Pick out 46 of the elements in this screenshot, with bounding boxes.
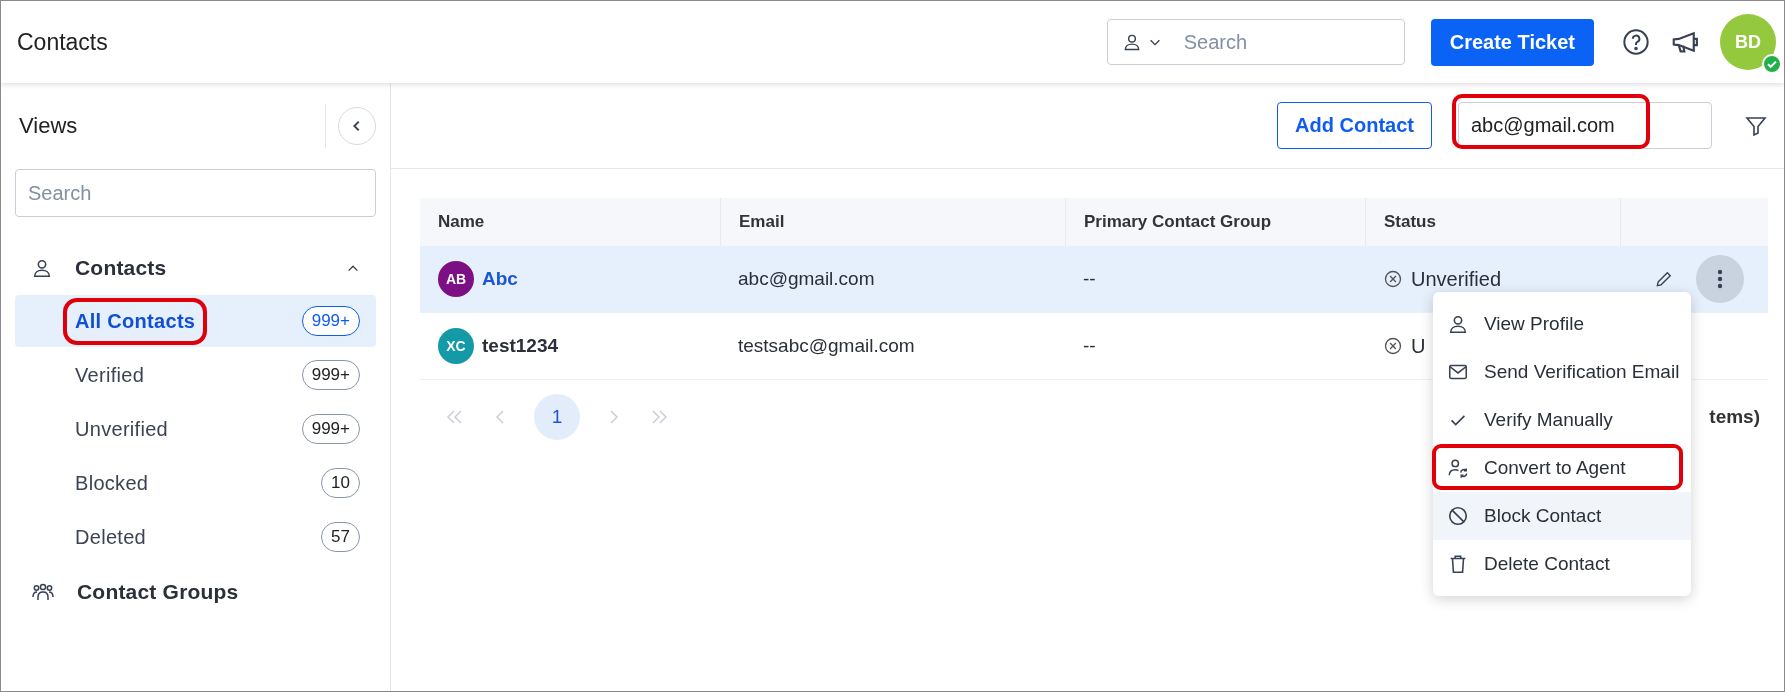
nav-group[interactable]: Contacts xyxy=(15,241,376,295)
menu-item[interactable]: Block Contact xyxy=(1433,492,1691,540)
search-field[interactable]: abc@gmail.com xyxy=(1458,102,1712,149)
sidebar-title: Views xyxy=(19,113,79,139)
more-icon xyxy=(1717,268,1723,290)
nav-item[interactable]: Verified 999+ xyxy=(15,349,376,401)
create-ticket-button[interactable]: Create Ticket xyxy=(1430,18,1594,66)
nav-item[interactable]: Blocked 10 xyxy=(15,457,376,509)
table-row[interactable]: AB Abc abc@gmail.com -- Unverified xyxy=(420,246,1768,313)
page-button[interactable]: 1 xyxy=(534,394,580,440)
contact-avatar: AB xyxy=(438,261,474,297)
person-icon xyxy=(1447,313,1469,335)
count-badge: 999+ xyxy=(301,414,360,444)
more-button[interactable] xyxy=(1696,255,1744,303)
table-cell-text: abc@gmail.com xyxy=(737,267,876,291)
nav-item[interactable]: All Contacts 999+ xyxy=(15,295,376,347)
menu-item[interactable]: Delete Contact xyxy=(1433,540,1691,588)
contact-name[interactable]: test1234 xyxy=(482,335,559,357)
nav-group[interactable]: Contact Groups xyxy=(15,565,376,619)
person-refresh-icon xyxy=(1447,457,1469,479)
edit-icon[interactable] xyxy=(1654,269,1674,289)
help-icon[interactable] xyxy=(1622,28,1650,56)
search-bar[interactable]: Search xyxy=(1106,19,1405,65)
table-cell-text: testsabc@gmail.com xyxy=(737,334,916,358)
table-cell-text: -- xyxy=(1082,267,1097,291)
count-badge: 57 xyxy=(321,522,360,552)
items-summary: tems) xyxy=(1709,406,1760,428)
page-title: Contacts xyxy=(17,28,108,56)
menu-item[interactable]: Verify Manually xyxy=(1433,396,1691,444)
search-field[interactable]: Search xyxy=(15,169,376,217)
status-text: Unverified xyxy=(1411,267,1502,291)
count-badge: 999+ xyxy=(301,360,360,390)
nav-item[interactable]: Deleted 57 xyxy=(15,511,376,563)
contact-name[interactable]: Abc xyxy=(482,268,518,290)
column-header: Name xyxy=(437,211,486,233)
count-badge: 10 xyxy=(321,468,360,498)
count-badge: 999+ xyxy=(301,306,360,336)
block-icon xyxy=(1447,505,1469,527)
status-text: U xyxy=(1411,334,1426,358)
contact-avatar: XC xyxy=(438,328,474,364)
cross-circle-icon xyxy=(1383,269,1403,289)
person-icon xyxy=(31,257,53,279)
cross-circle-icon xyxy=(1383,336,1403,356)
add-contact-button[interactable]: Add Contact xyxy=(1277,102,1432,149)
table-cell-text: -- xyxy=(1082,334,1097,358)
nav-item[interactable]: Unverified 999+ xyxy=(15,403,376,455)
